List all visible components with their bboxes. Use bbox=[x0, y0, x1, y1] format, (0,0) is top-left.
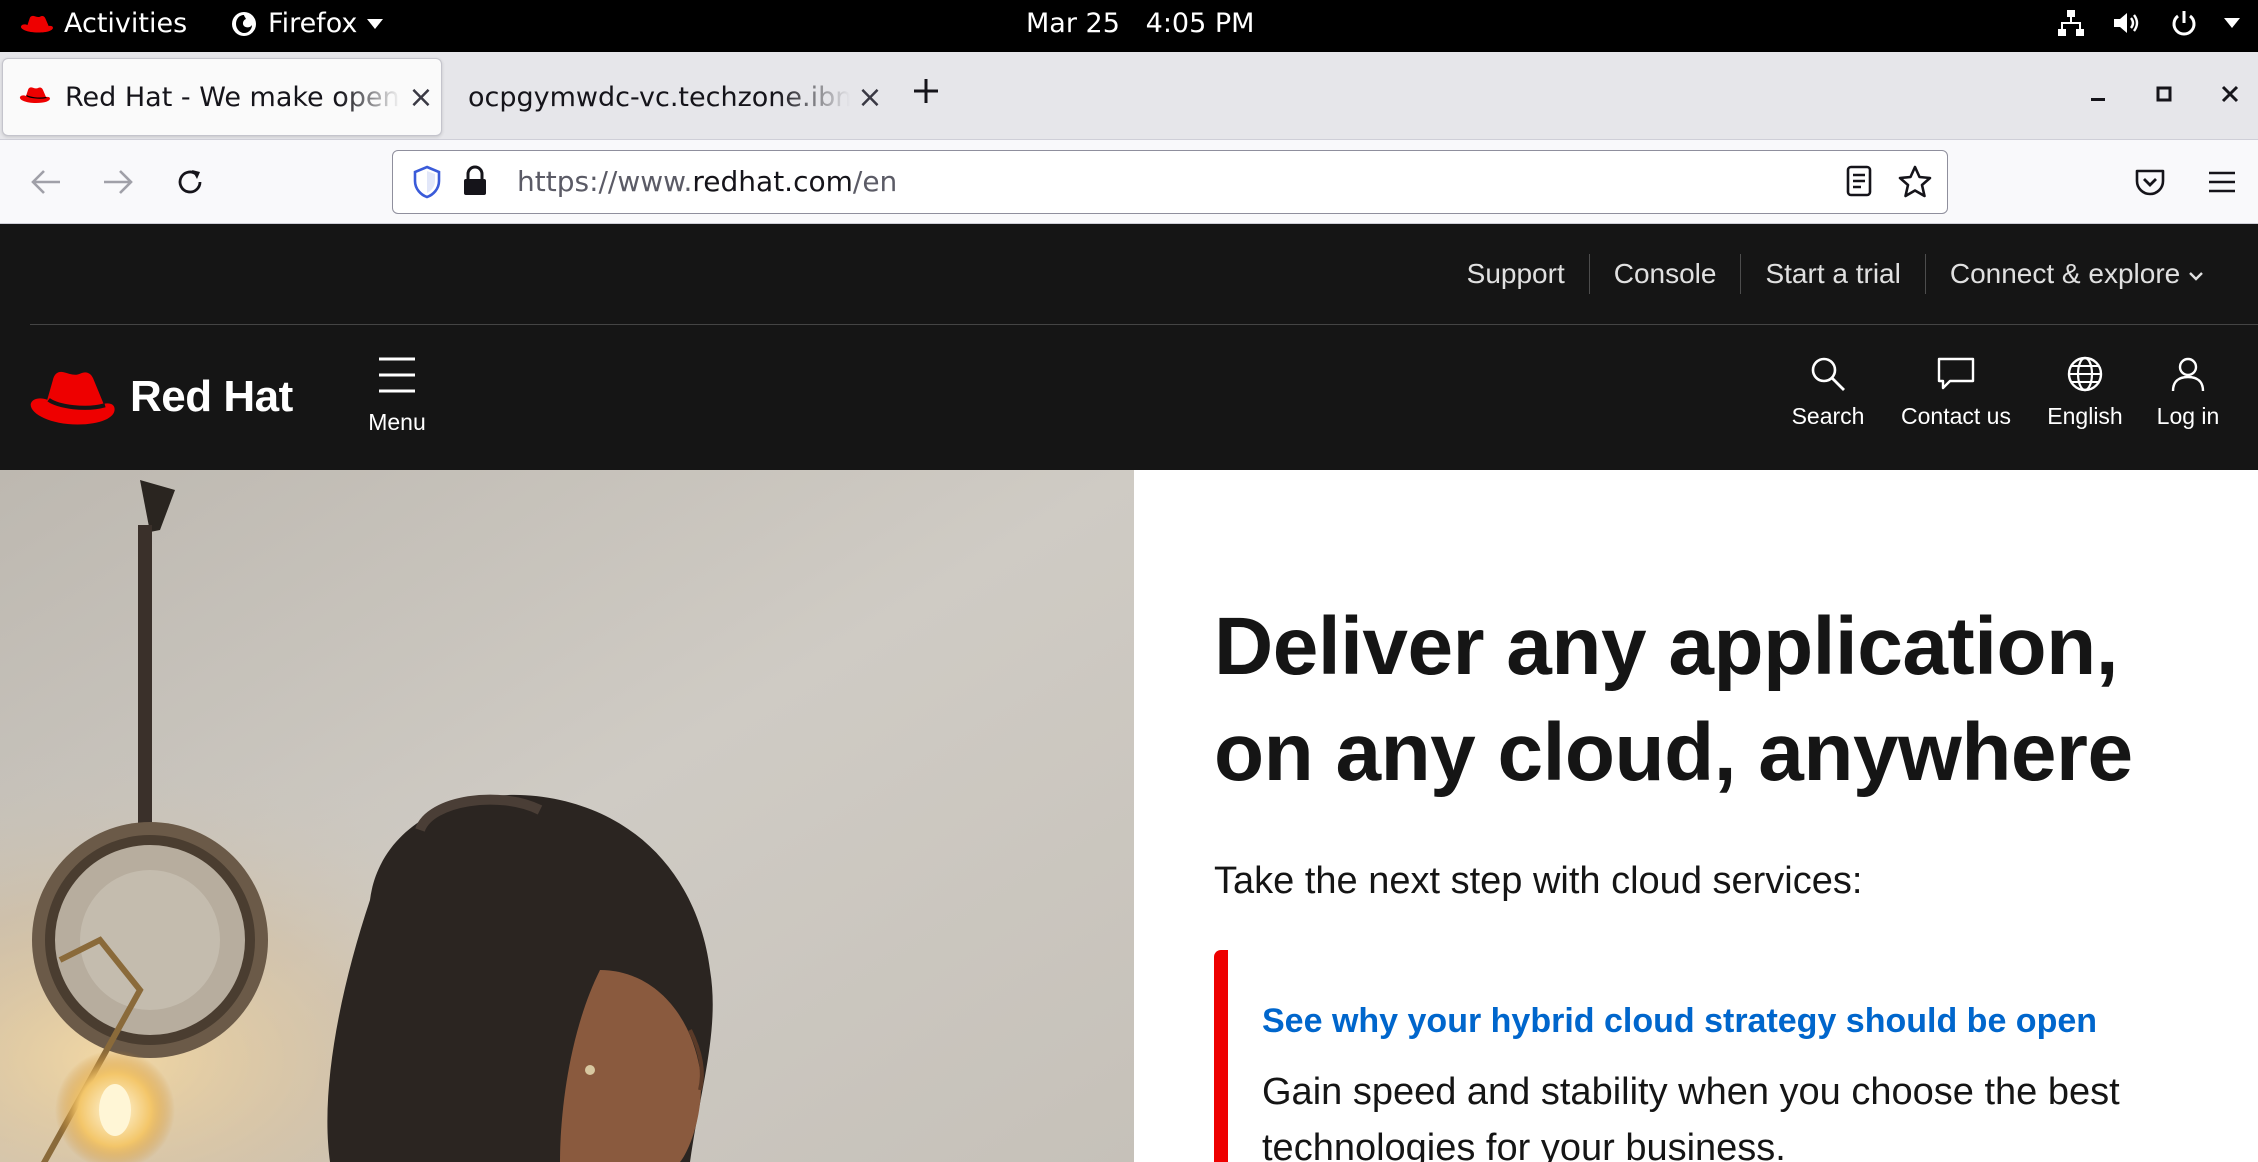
console-link[interactable]: Console bbox=[1588, 254, 1741, 294]
app-name: Firefox bbox=[268, 8, 358, 39]
chevron-down-icon bbox=[2224, 18, 2240, 28]
url-bar[interactable]: https://www.redhat.com/en bbox=[392, 150, 1948, 214]
app-menu-hamburger-button[interactable] bbox=[2200, 160, 2244, 204]
search-button[interactable]: Search bbox=[1788, 355, 1868, 430]
firefox-icon bbox=[230, 10, 258, 38]
hamburger-icon bbox=[379, 357, 415, 393]
connect-explore-dropdown[interactable]: Connect & explore bbox=[1924, 254, 2228, 294]
url-path: /en bbox=[852, 165, 898, 198]
login-label: Log in bbox=[2156, 403, 2220, 429]
pocket-button[interactable] bbox=[2128, 160, 2172, 204]
tracking-protection-shield-icon[interactable] bbox=[411, 164, 443, 204]
url-prefix: https://www. bbox=[517, 165, 693, 198]
hero-photo bbox=[0, 470, 1134, 1162]
support-link[interactable]: Support bbox=[1443, 254, 1589, 294]
power-icon bbox=[2170, 9, 2198, 37]
network-icon bbox=[2056, 8, 2086, 38]
tab-strip: Red Hat - We make open source technologi… bbox=[0, 52, 2258, 140]
logo-text: Red Hat bbox=[130, 372, 293, 421]
hero-subhead: Take the next step with cloud services: bbox=[1214, 860, 1863, 902]
maximize-button[interactable] bbox=[2144, 74, 2184, 114]
redhat-logo[interactable]: Red Hat bbox=[28, 363, 293, 431]
close-tab-icon[interactable]: × bbox=[401, 80, 441, 115]
clock-date: Mar 25 bbox=[1026, 8, 1120, 39]
system-tray[interactable] bbox=[2056, 8, 2240, 38]
close-window-button[interactable] bbox=[2210, 74, 2250, 114]
app-menu-button[interactable]: Firefox bbox=[230, 8, 384, 39]
tab-title: ocpgymwdc-vc.techzone.ibm.com bbox=[468, 81, 850, 113]
hybrid-cloud-link[interactable]: See why your hybrid cloud strategy shoul… bbox=[1262, 1002, 2097, 1041]
promo-card: See why your hybrid cloud strategy shoul… bbox=[1214, 950, 2214, 1162]
menu-label: Menu bbox=[368, 409, 426, 435]
tab-title: Red Hat - We make open source technologi… bbox=[65, 81, 401, 113]
activities-button[interactable]: Activities bbox=[20, 8, 187, 39]
hero-headline: Deliver any application, on any cloud, a… bbox=[1214, 601, 2133, 798]
contact-button[interactable]: Contact us bbox=[1896, 355, 2016, 430]
activities-label: Activities bbox=[64, 8, 188, 39]
close-tab-icon[interactable]: × bbox=[850, 80, 890, 115]
contact-label: Contact us bbox=[1901, 403, 2011, 429]
connect-explore-label: Connect & explore bbox=[1949, 258, 2181, 289]
utility-links: Support Console Start a trial Connect & … bbox=[1443, 254, 2228, 294]
redhat-hat-icon bbox=[30, 371, 115, 425]
reader-view-icon[interactable] bbox=[1845, 164, 1873, 202]
hero-copy-panel: Deliver any application, on any cloud, a… bbox=[1134, 470, 2258, 1162]
forward-button[interactable] bbox=[96, 160, 140, 204]
tab-techzone[interactable]: ocpgymwdc-vc.techzone.ibm.com × bbox=[450, 58, 890, 136]
chevron-down-icon bbox=[2189, 271, 2203, 281]
language-label: English bbox=[2047, 403, 2123, 429]
bookmark-star-icon[interactable] bbox=[1897, 164, 1933, 204]
reload-button[interactable] bbox=[168, 160, 212, 204]
main-navigation: Red Hat Menu Search Contact us English L… bbox=[0, 325, 2258, 470]
clock[interactable]: Mar 25 4:05 PM bbox=[1026, 8, 1254, 39]
user-icon bbox=[2171, 357, 2205, 392]
back-button[interactable] bbox=[24, 160, 68, 204]
navigation-toolbar: https://www.redhat.com/en bbox=[0, 140, 2258, 224]
clock-time: 4:05 PM bbox=[1145, 8, 1255, 39]
redhat-favicon-icon bbox=[19, 82, 51, 113]
menu-button[interactable]: Menu bbox=[364, 355, 430, 436]
language-button[interactable]: English bbox=[2040, 355, 2130, 430]
search-label: Search bbox=[1791, 403, 1865, 429]
login-button[interactable]: Log in bbox=[2150, 355, 2226, 430]
globe-icon bbox=[2067, 356, 2103, 392]
chat-bubble-icon bbox=[1937, 357, 1975, 390]
minimize-button[interactable] bbox=[2078, 74, 2118, 114]
url-text[interactable]: https://www.redhat.com/en bbox=[517, 165, 897, 198]
promo-card-body: Gain speed and stability when you choose… bbox=[1262, 1071, 2120, 1162]
gnome-top-bar: Activities Firefox Mar 25 4:05 PM bbox=[0, 0, 2258, 52]
new-tab-button[interactable] bbox=[912, 72, 940, 112]
tab-redhat[interactable]: Red Hat - We make open source technologi… bbox=[2, 58, 442, 136]
url-host: redhat.com bbox=[692, 165, 853, 198]
start-trial-link[interactable]: Start a trial bbox=[1740, 254, 1924, 294]
chevron-down-icon bbox=[367, 18, 384, 29]
utility-bar: Support Console Start a trial Connect & … bbox=[0, 224, 2258, 324]
redhat-hat-icon bbox=[20, 13, 54, 35]
lock-icon[interactable] bbox=[461, 164, 489, 202]
volume-icon bbox=[2112, 9, 2144, 37]
search-icon bbox=[1811, 357, 1845, 391]
